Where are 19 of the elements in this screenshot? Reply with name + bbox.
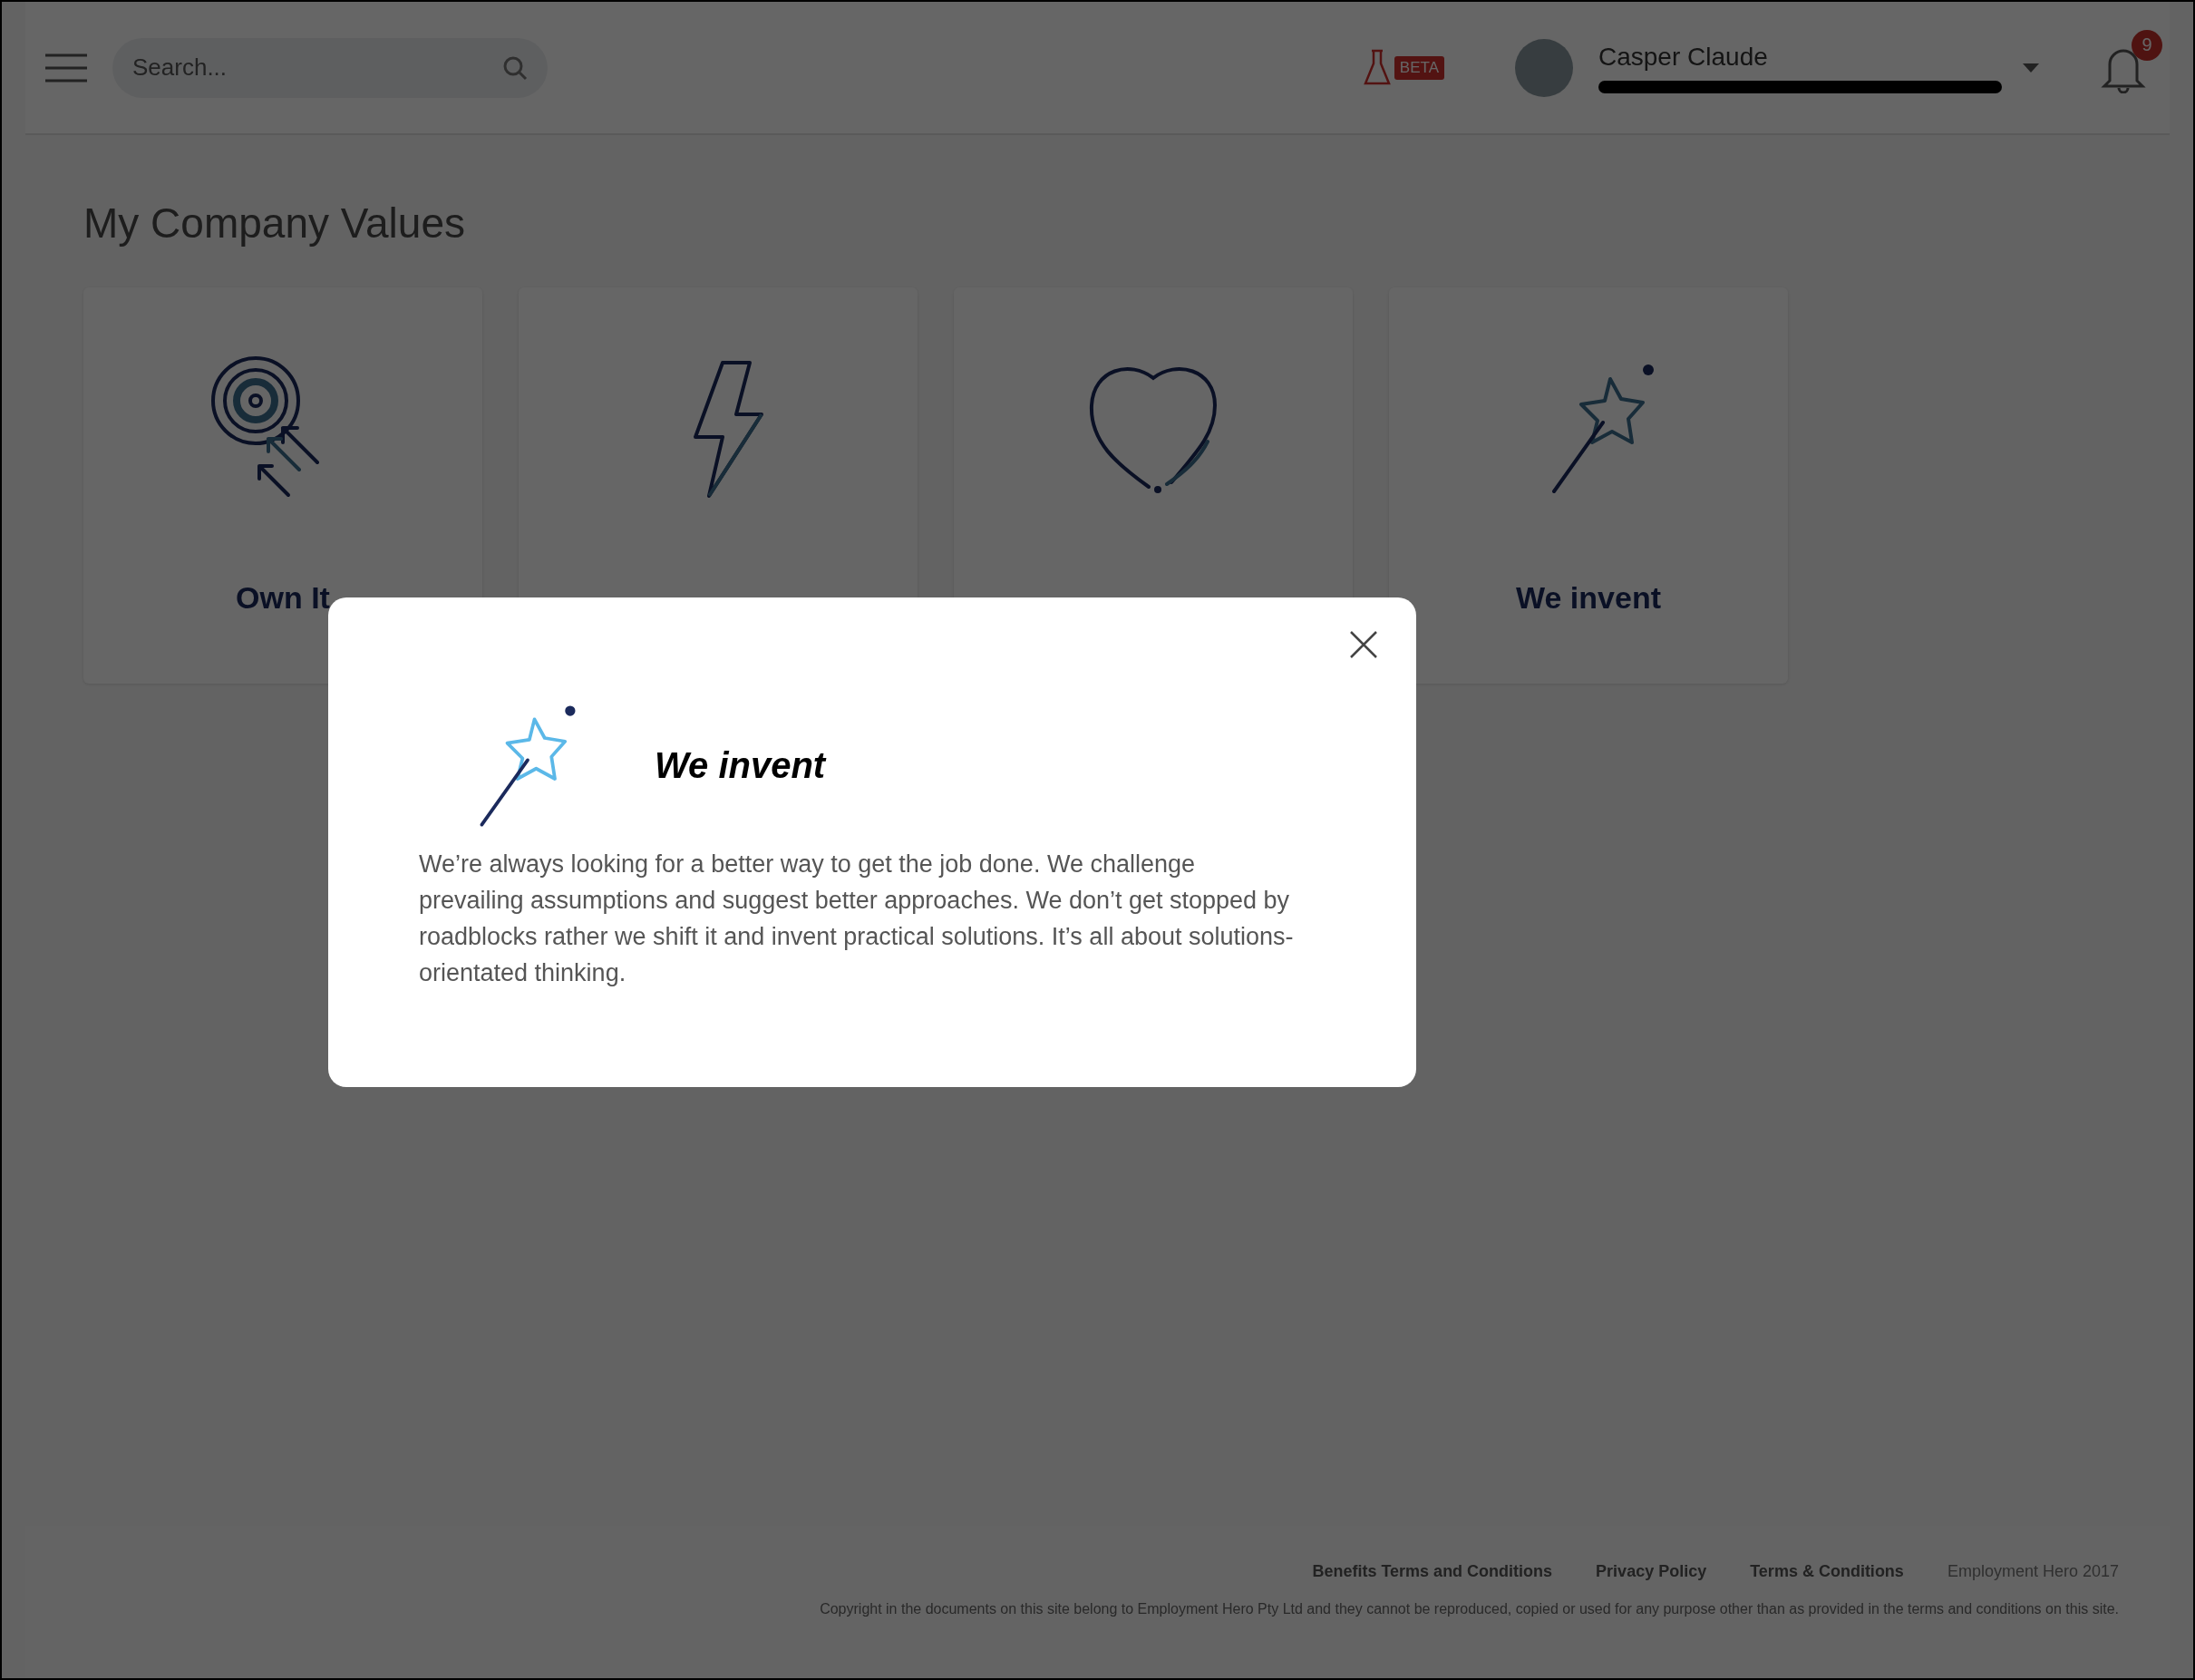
copyright-text: Copyright in the documents on this site belong to Employment Hero Pty Ltd and they cannot be reproduced, copied or used for any purpose other than as provided in the terms and conditions on this site.: [820, 1601, 2119, 1617]
search-icon[interactable]: [502, 54, 528, 81]
value-title: We invent: [1516, 580, 1661, 616]
flask-icon[interactable]: [1363, 48, 1391, 87]
dialog-body: We’re always looking for a better way to get the job done. We challenge prevailing assumptions and suggest better approaches. We don’t get stopped by roadblocks rather we shift it and invent practical solutions. It’s all about solutions-orientated thinking.: [419, 850, 1295, 988]
footer-link[interactable]: Privacy Policy: [1596, 1562, 1707, 1581]
search-field[interactable]: Search...: [112, 37, 548, 98]
page-title: My Company Values: [83, 199, 466, 248]
footer-link[interactable]: Terms & Conditions: [1750, 1562, 1904, 1581]
value-card[interactable]: We invent: [1389, 287, 1788, 684]
value-title: Own It: [236, 580, 330, 616]
dialog-title: We invent: [655, 744, 826, 786]
notification-count: 9: [2132, 29, 2162, 61]
menu-icon[interactable]: [45, 53, 87, 83]
beta-badge: BETA: [1394, 55, 1444, 80]
caret-icon[interactable]: [2023, 63, 2039, 73]
user-name[interactable]: Casper Claude: [1598, 42, 1997, 72]
value-card[interactable]: Own It: [83, 287, 482, 684]
footer-link[interactable]: Benefits Terms and Conditions: [1312, 1562, 1553, 1581]
